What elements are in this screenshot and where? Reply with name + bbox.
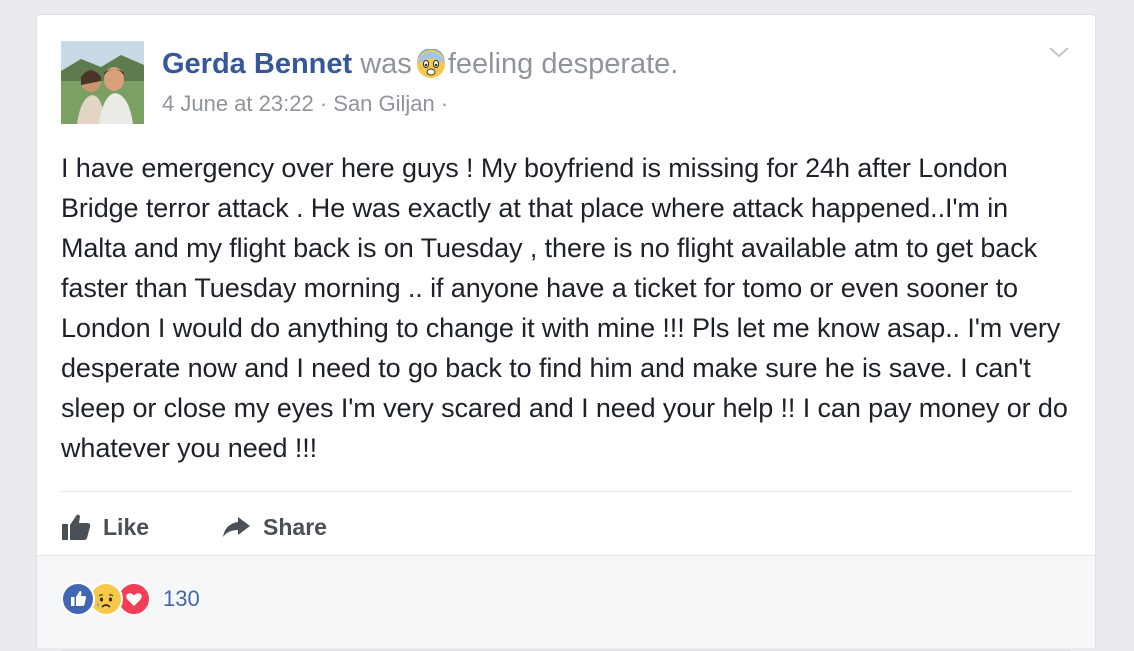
thumbs-up-icon [62,514,91,540]
share-arrow-icon [223,517,251,537]
post-timestamp-link[interactable]: 4 June at 23:22 [162,91,314,116]
like-reaction-icon [61,582,95,616]
post-divider [61,491,1071,492]
post-card: Gerda Bennet was feeling desperate. 4 Ju… [36,14,1096,651]
feeling-text[interactable]: feeling desperate. [448,48,679,80]
reactions-summary[interactable]: 130 [61,582,200,616]
post-meta: 4 June at 23:22 · San Giljan · [162,91,448,117]
chevron-down-icon[interactable] [1047,43,1071,61]
location-link[interactable]: San Giljan [333,91,435,116]
post-actions-bar: Like Share [61,509,327,545]
was-text: was [360,48,412,80]
share-label: Share [263,513,327,540]
avatar[interactable] [61,41,144,124]
meta-separator: · [319,91,328,116]
post-body-text: I have emergency over here guys ! My boy… [61,153,1068,463]
author-name-link[interactable]: Gerda Bennet [162,48,352,80]
reactions-area: 130 [37,555,1095,651]
post-header: Gerda Bennet was feeling desperate. [162,46,678,88]
reaction-count[interactable]: 130 [163,586,200,612]
fearful-face-icon [416,48,446,88]
share-button[interactable]: Share [221,514,327,541]
like-label: Like [103,513,150,540]
meta-separator: · [440,91,449,116]
like-button[interactable]: Like [61,513,149,541]
